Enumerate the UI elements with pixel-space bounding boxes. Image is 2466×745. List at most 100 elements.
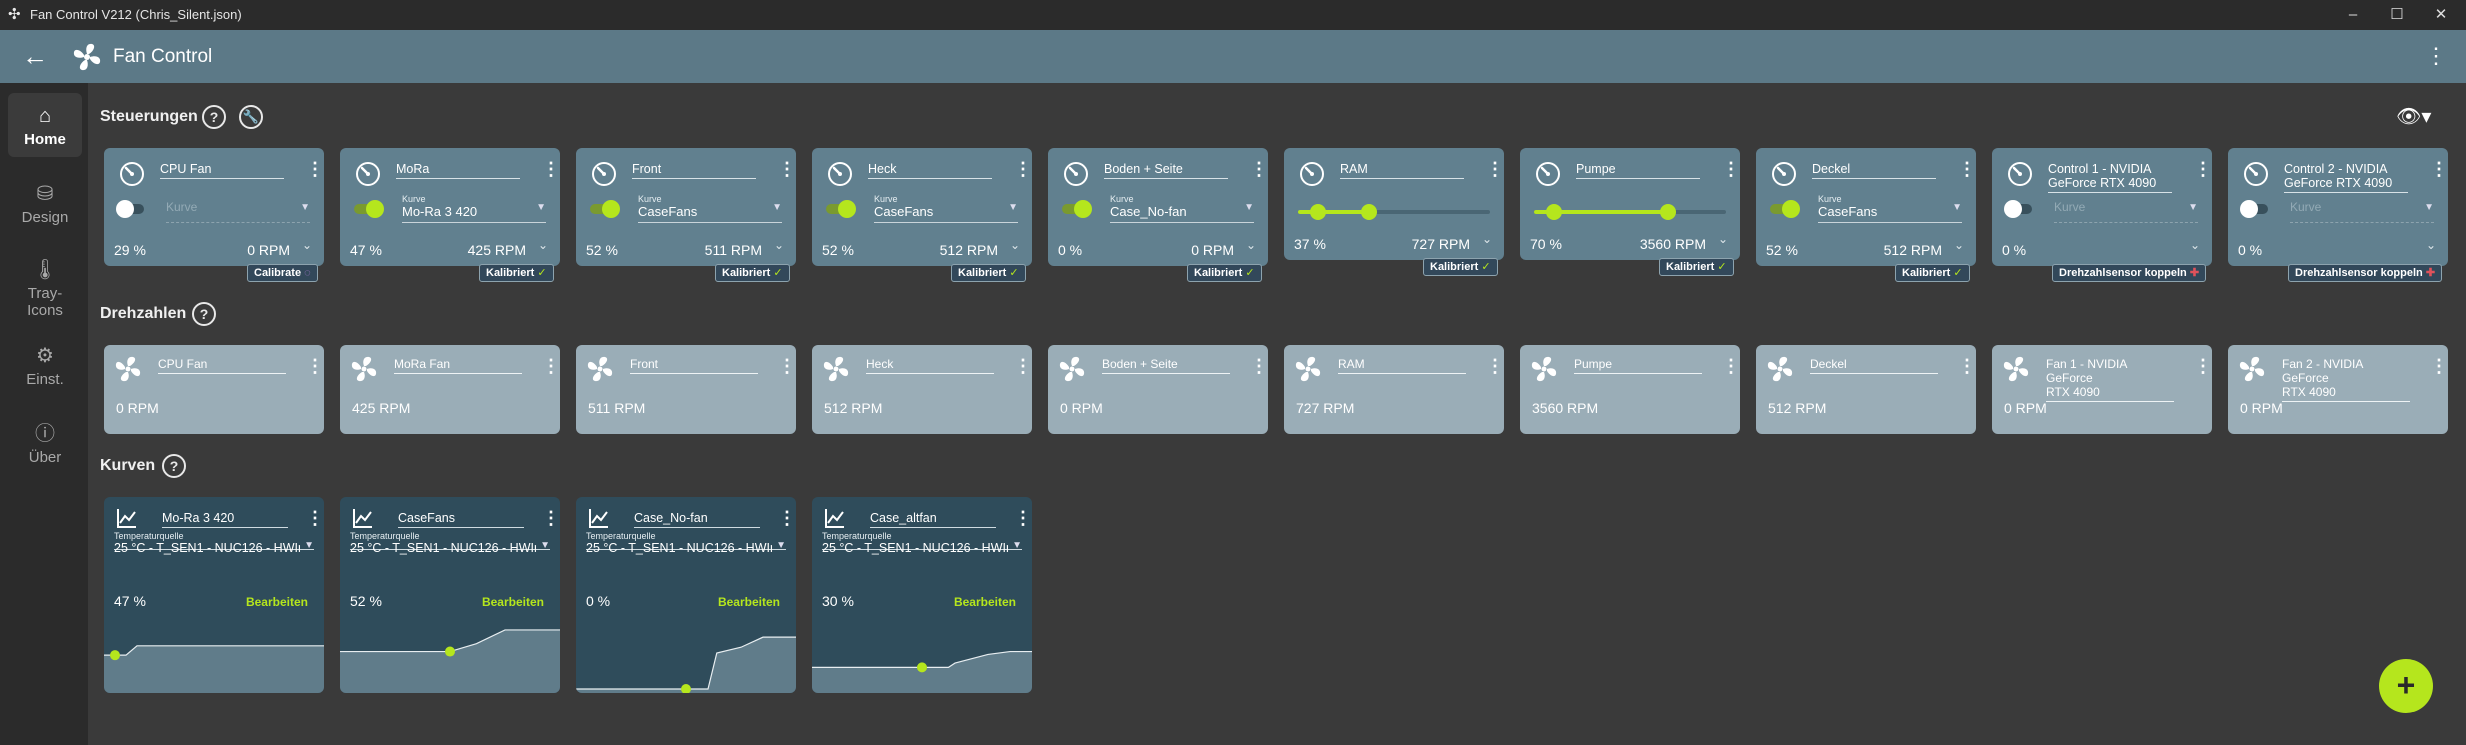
header-menu-icon[interactable]: ⋮: [2425, 44, 2447, 68]
control-menu-icon[interactable]: ⋮: [2430, 159, 2448, 180]
curve-menu-icon[interactable]: ⋮: [778, 508, 796, 529]
control-name[interactable]: Control 2 - NVIDIA GeForce RTX 4090: [2284, 162, 2408, 193]
rpm-sensor-name[interactable]: RAM: [1338, 357, 1466, 374]
rpm-sensor-name[interactable]: Deckel: [1810, 357, 1938, 374]
expand-chevron-icon[interactable]: ⌄: [302, 238, 312, 252]
sidebar-item-home[interactable]: ⌂ Home: [8, 93, 82, 157]
enable-toggle[interactable]: [590, 200, 620, 218]
curve-select[interactable]: Kurve CaseFans ▼: [1818, 194, 1962, 223]
sidebar-item-settings[interactable]: ⚙ Einst.: [8, 345, 82, 388]
expand-chevron-icon[interactable]: ⌄: [538, 238, 548, 252]
edit-link[interactable]: Bearbeiten: [718, 595, 780, 609]
temperature-source-select[interactable]: Temperaturquelle 25 °C - T_SEN1 - NUC126 …: [114, 531, 314, 555]
help-icon[interactable]: ?: [162, 454, 186, 478]
expand-chevron-icon[interactable]: ⌄: [2190, 238, 2200, 252]
control-menu-icon[interactable]: ⋮: [1722, 159, 1740, 180]
enable-toggle[interactable]: [2004, 200, 2032, 218]
edit-link[interactable]: Bearbeiten: [246, 595, 308, 609]
rpm-sensor-name[interactable]: Fan 2 - NVIDIA GeForce RTX 4090: [2282, 357, 2410, 402]
control-menu-icon[interactable]: ⋮: [306, 159, 324, 180]
expand-chevron-icon[interactable]: ⌄: [1482, 232, 1492, 246]
rpm-sensor-name[interactable]: Front: [630, 357, 758, 374]
enable-toggle[interactable]: [2240, 200, 2268, 218]
curve-select[interactable]: Kurve ▼: [2290, 194, 2434, 223]
control-menu-icon[interactable]: ⋮: [1958, 159, 1976, 180]
sidebar-item-design[interactable]: ⛁ Design: [8, 183, 82, 226]
rpm-menu-icon[interactable]: ⋮: [1486, 356, 1504, 377]
enable-toggle[interactable]: [1062, 200, 1092, 218]
sidebar-item-tray-icons[interactable]: 🌡 Tray- Icons: [8, 259, 82, 319]
expand-chevron-icon[interactable]: ⌄: [1246, 238, 1256, 252]
back-arrow-icon[interactable]: ←: [22, 42, 48, 70]
curve-name[interactable]: CaseFans: [398, 511, 524, 528]
help-icon[interactable]: ?: [192, 302, 216, 326]
rpm-sensor-name[interactable]: Fan 1 - NVIDIA GeForce RTX 4090: [2046, 357, 2174, 402]
calibration-badge[interactable]: Kalibriert ✓: [715, 264, 790, 282]
curve-select[interactable]: Kurve Case_No-fan ▼: [1110, 194, 1254, 223]
calibration-badge[interactable]: Kalibriert ✓: [1187, 264, 1262, 282]
control-name[interactable]: Control 1 - NVIDIA GeForce RTX 4090: [2048, 162, 2172, 193]
curve-menu-icon[interactable]: ⋮: [542, 508, 560, 529]
calibration-badge[interactable]: Kalibriert ✓: [951, 264, 1026, 282]
control-menu-icon[interactable]: ⋮: [778, 159, 796, 180]
control-menu-icon[interactable]: ⋮: [2194, 159, 2212, 180]
calibration-badge[interactable]: Drehzahlsensor koppeln ✚: [2288, 264, 2443, 282]
rpm-menu-icon[interactable]: ⋮: [1958, 356, 1976, 377]
maximize-button[interactable]: ☐: [2374, 2, 2420, 28]
temperature-source-select[interactable]: Temperaturquelle 25 °C - T_SEN1 - NUC126 …: [586, 531, 786, 555]
rpm-menu-icon[interactable]: ⋮: [542, 356, 560, 377]
enable-toggle[interactable]: [826, 200, 856, 218]
calibration-badge[interactable]: Kalibriert ✓: [479, 264, 554, 282]
control-name[interactable]: MoRa: [396, 162, 520, 179]
minimize-button[interactable]: –: [2330, 2, 2376, 28]
rpm-menu-icon[interactable]: ⋮: [306, 356, 324, 377]
temperature-source-select[interactable]: Temperaturquelle 25 °C - T_SEN1 - NUC126 …: [822, 531, 1022, 555]
control-name[interactable]: CPU Fan: [160, 162, 284, 179]
rpm-sensor-name[interactable]: Heck: [866, 357, 994, 374]
enable-toggle[interactable]: [1770, 200, 1800, 218]
slider-start-handle[interactable]: [1546, 204, 1562, 220]
slider-handle[interactable]: [1660, 204, 1676, 220]
control-name[interactable]: Pumpe: [1576, 162, 1700, 179]
curve-select[interactable]: Kurve CaseFans ▼: [874, 194, 1018, 223]
add-button[interactable]: +: [2379, 659, 2433, 713]
control-name[interactable]: Boden + Seite: [1104, 162, 1228, 179]
calibration-badge[interactable]: Drehzahlsensor koppeln ✚: [2052, 264, 2207, 282]
expand-chevron-icon[interactable]: ⌄: [1954, 238, 1964, 252]
rpm-menu-icon[interactable]: ⋮: [1250, 356, 1268, 377]
rpm-sensor-name[interactable]: CPU Fan: [158, 357, 286, 374]
edit-link[interactable]: Bearbeiten: [482, 595, 544, 609]
edit-link[interactable]: Bearbeiten: [954, 595, 1016, 609]
control-name[interactable]: Deckel: [1812, 162, 1936, 179]
control-menu-icon[interactable]: ⋮: [1014, 159, 1032, 180]
curve-name[interactable]: Case_altfan: [870, 511, 996, 528]
rpm-menu-icon[interactable]: ⋮: [2194, 356, 2212, 377]
visibility-eye-icon[interactable]: 👁▾: [2396, 104, 2431, 129]
help-icon[interactable]: ?: [202, 105, 226, 129]
control-name[interactable]: Front: [632, 162, 756, 179]
rpm-sensor-name[interactable]: MoRa Fan: [394, 357, 522, 374]
slider-handle[interactable]: [1361, 204, 1377, 220]
expand-chevron-icon[interactable]: ⌄: [2426, 238, 2436, 252]
close-button[interactable]: ✕: [2418, 2, 2464, 28]
rpm-menu-icon[interactable]: ⋮: [1014, 356, 1032, 377]
calibration-badge[interactable]: Kalibriert ✓: [1659, 258, 1734, 276]
curve-menu-icon[interactable]: ⋮: [1014, 508, 1032, 529]
rpm-menu-icon[interactable]: ⋮: [2430, 356, 2448, 377]
rpm-menu-icon[interactable]: ⋮: [1722, 356, 1740, 377]
curve-menu-icon[interactable]: ⋮: [306, 508, 324, 529]
expand-chevron-icon[interactable]: ⌄: [774, 238, 784, 252]
sidebar-item-about[interactable]: ⓘ Über: [8, 423, 82, 466]
enable-toggle[interactable]: [354, 200, 384, 218]
control-name[interactable]: RAM: [1340, 162, 1464, 179]
curve-name[interactable]: Mo-Ra 3 420: [162, 511, 288, 528]
calibration-badge[interactable]: Kalibriert ✓: [1423, 258, 1498, 276]
control-menu-icon[interactable]: ⋮: [1486, 159, 1504, 180]
curve-select[interactable]: Kurve ▼: [166, 194, 310, 223]
enable-toggle[interactable]: [116, 200, 144, 218]
calibration-badge[interactable]: Kalibriert ✓: [1895, 264, 1970, 282]
control-name[interactable]: Heck: [868, 162, 992, 179]
rpm-menu-icon[interactable]: ⋮: [778, 356, 796, 377]
rpm-sensor-name[interactable]: Pumpe: [1574, 357, 1702, 374]
control-menu-icon[interactable]: ⋮: [1250, 159, 1268, 180]
